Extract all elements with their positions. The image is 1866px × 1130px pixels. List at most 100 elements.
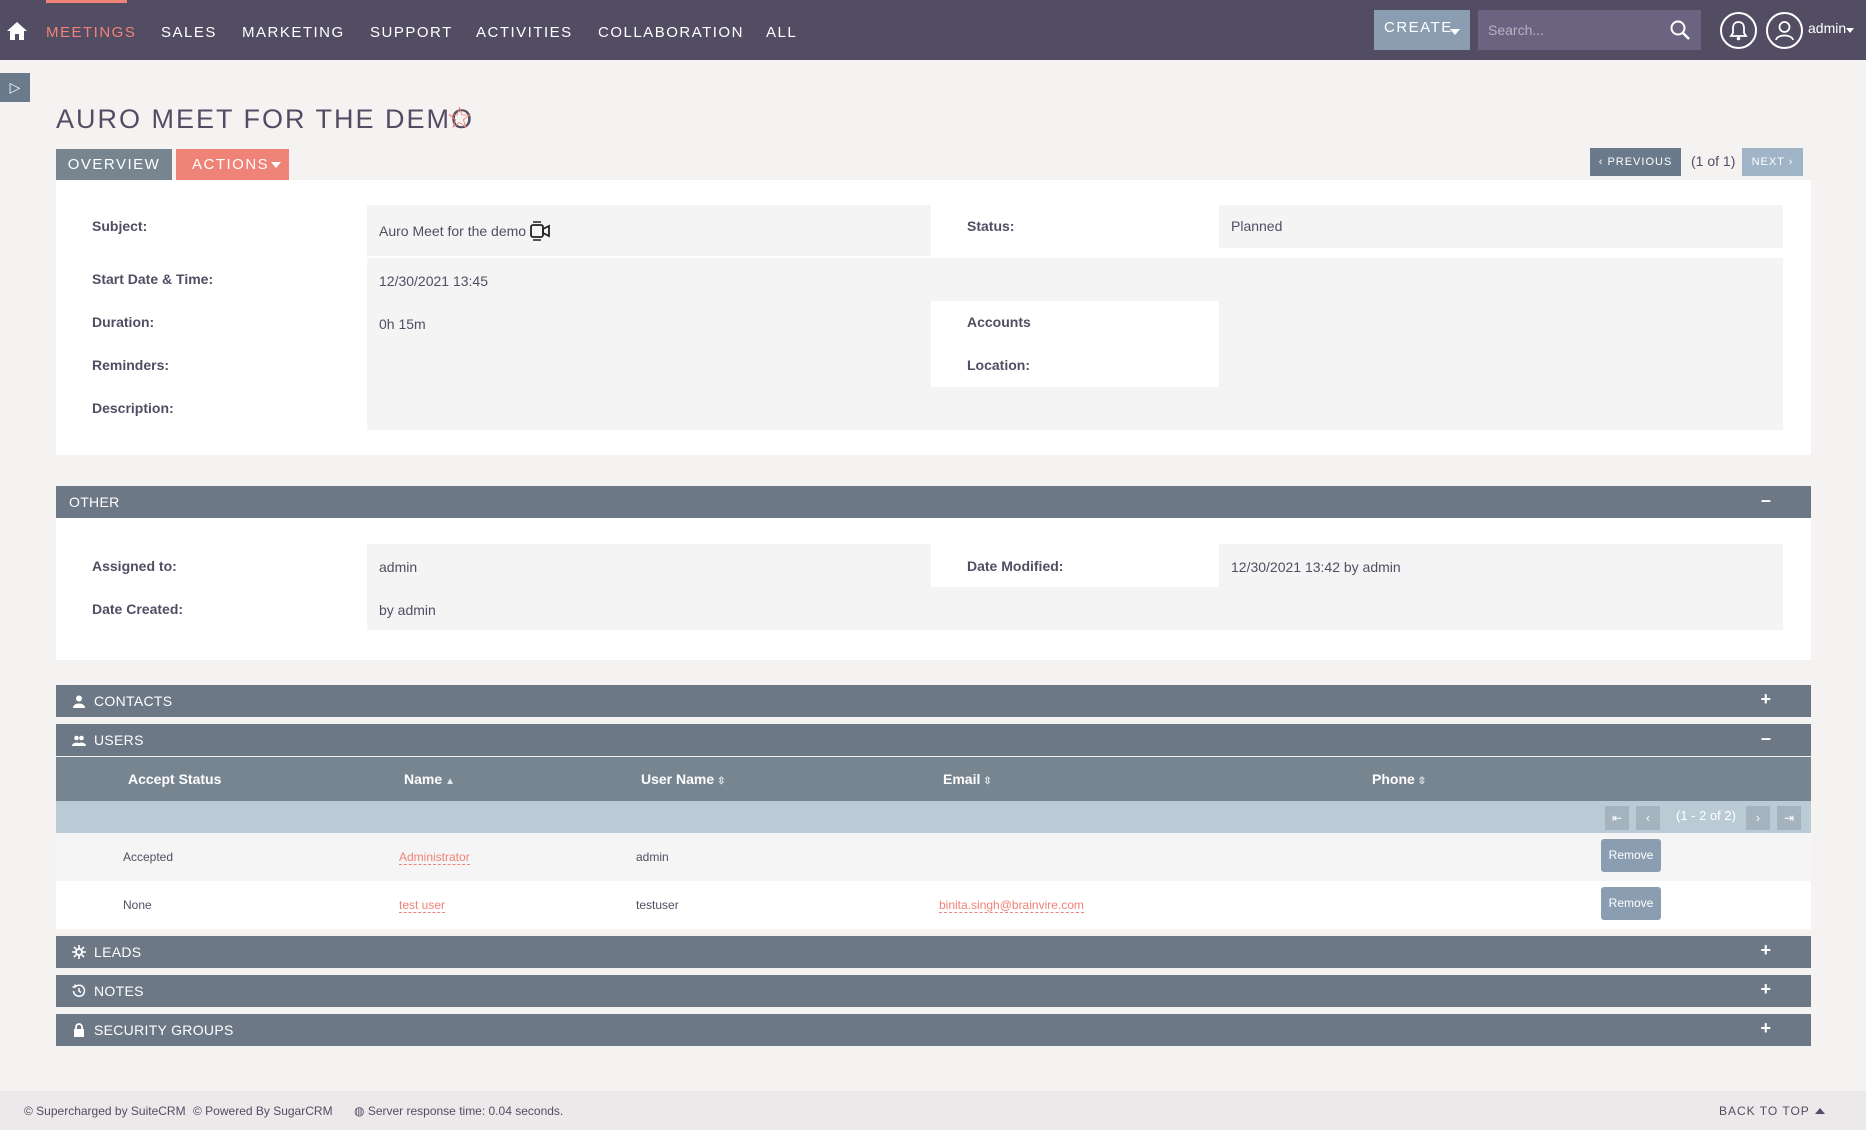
lock-icon [74, 1023, 84, 1037]
contacts-subpanel-header[interactable]: CONTACTS + [56, 685, 1811, 717]
actions-dropdown[interactable]: ACTIONS [176, 149, 289, 180]
nav-meetings[interactable]: MEETINGS [46, 24, 136, 41]
col-user-name[interactable]: User Name ⇳ [641, 771, 726, 787]
sort-icon[interactable]: ⇳ [1418, 776, 1426, 787]
chevron-down-icon[interactable] [1846, 28, 1854, 33]
accept-status-cell: Accepted [123, 850, 174, 864]
table-row: Accepted Administrator admin Remove [56, 833, 1811, 881]
user-name[interactable]: admin [1808, 20, 1846, 36]
other-panel: Assigned to: admin Date Modified: 12/30/… [56, 518, 1811, 660]
user-avatar-icon [1775, 21, 1794, 41]
other-section-title: OTHER [69, 494, 120, 510]
col-name[interactable]: Name ▲ [404, 771, 455, 787]
email-link[interactable]: binita.singh@brainvire.com [939, 898, 1084, 913]
overview-panel: Subject: Auro Meet for the demo Status: … [56, 180, 1811, 455]
duration-label: Duration: [92, 314, 155, 330]
actions-label: ACTIONS [192, 156, 270, 173]
sidebar-toggle-button[interactable]: ▷ [0, 73, 30, 102]
next-page-icon[interactable]: › [1746, 806, 1770, 830]
start-date-field: 12/30/2021 13:45 [367, 258, 1783, 301]
create-button[interactable]: CREATE [1374, 10, 1470, 50]
date-created-label: Date Created: [92, 601, 184, 617]
top-navigation: MEETINGS SALES MARKETING SUPPORT ACTIVIT… [0, 0, 1866, 60]
sort-icon[interactable]: ⇳ [717, 776, 725, 787]
notifications-button[interactable] [1720, 12, 1757, 49]
search-input[interactable] [1488, 19, 1658, 41]
history-icon [72, 984, 86, 997]
user-name-link[interactable]: Administrator [399, 850, 470, 865]
accounts-field [1219, 301, 1783, 344]
expand-icon[interactable]: + [1760, 689, 1771, 710]
prev-page-icon[interactable]: ‹ [1636, 806, 1660, 830]
server-response: ◍ Server response time: 0.04 seconds. [354, 1104, 563, 1118]
first-page-icon[interactable]: ⇤ [1605, 806, 1629, 830]
col-accept-status: Accept Status [128, 771, 222, 787]
nav-collaboration[interactable]: COLLABORATION [598, 24, 744, 41]
nav-activities[interactable]: ACTIVITIES [476, 24, 573, 41]
home-icon[interactable] [6, 20, 28, 42]
description-label: Description: [92, 400, 174, 416]
assigned-label: Assigned to: [92, 558, 177, 574]
collapse-icon[interactable]: – [1761, 490, 1771, 511]
subject-value: Auro Meet for the demo [379, 223, 527, 239]
nav-marketing[interactable]: MARKETING [242, 24, 345, 41]
assigned-field: admin [367, 544, 931, 587]
sort-icon[interactable]: ⇳ [983, 776, 991, 787]
expand-icon[interactable]: + [1760, 940, 1771, 961]
back-to-top-button[interactable]: BACK TO TOP [1719, 1104, 1825, 1118]
user-name-link[interactable]: test user [399, 898, 446, 913]
search-box [1478, 10, 1701, 50]
date-created-field: by admin [367, 587, 1783, 630]
col-phone-label: Phone [1372, 771, 1415, 787]
record-count: (1 of 1) [1691, 153, 1736, 169]
security-groups-title: SECURITY GROUPS [94, 1022, 234, 1038]
status-label: Status: [967, 218, 1015, 234]
reminders-label: Reminders: [92, 357, 170, 373]
expand-icon[interactable]: + [1760, 1018, 1771, 1039]
table-row: None test user testuser binita.singh@bra… [56, 881, 1811, 929]
col-user-name-label: User Name [641, 771, 715, 787]
globe-icon: ◍ [354, 1104, 368, 1118]
active-nav-indicator [46, 0, 127, 3]
nav-all[interactable]: ALL [766, 24, 797, 41]
other-section-header[interactable]: OTHER – [56, 486, 1811, 518]
notes-subpanel-header[interactable]: NOTES + [56, 975, 1811, 1007]
user-menu-button[interactable] [1766, 12, 1803, 49]
collapse-icon[interactable]: – [1761, 728, 1771, 749]
leads-title: LEADS [94, 944, 142, 960]
remove-button[interactable]: Remove [1601, 887, 1661, 920]
location-field [1219, 344, 1783, 387]
col-phone[interactable]: Phone ⇳ [1372, 771, 1426, 787]
leads-subpanel-header[interactable]: LEADS + [56, 936, 1811, 968]
users-subpanel-header[interactable]: USERS – [56, 724, 1811, 756]
status-field: Planned [1219, 205, 1783, 248]
person-icon [73, 695, 85, 708]
tab-overview[interactable]: OVERVIEW [56, 149, 172, 180]
notes-title: NOTES [94, 983, 144, 999]
video-meeting-icon[interactable] [529, 219, 551, 243]
previous-button[interactable]: ‹ PREVIOUS [1590, 148, 1681, 176]
subject-label: Subject: [92, 218, 148, 234]
sort-asc-icon[interactable]: ▲ [445, 776, 455, 787]
powered-link[interactable]: © Powered By SugarCRM [193, 1104, 333, 1118]
supercharged-link[interactable]: © Supercharged by SuiteCRM [24, 1104, 186, 1118]
server-time: Server response time: 0.04 seconds. [367, 1104, 564, 1118]
star-icon[interactable]: ☆ [446, 104, 473, 134]
expand-icon[interactable]: + [1760, 979, 1771, 1000]
nav-support[interactable]: SUPPORT [370, 24, 453, 41]
col-email[interactable]: Email ⇳ [943, 771, 992, 787]
security-groups-subpanel-header[interactable]: SECURITY GROUPS + [56, 1014, 1811, 1046]
location-label: Location: [967, 357, 1030, 373]
nav-sales[interactable]: SALES [161, 24, 217, 41]
last-page-icon[interactable]: ⇥ [1777, 806, 1801, 830]
chevron-down-icon [1450, 29, 1460, 35]
username-cell: testuser [636, 898, 679, 912]
next-button[interactable]: NEXT › [1742, 148, 1803, 176]
subject-field: Auro Meet for the demo [367, 205, 931, 256]
username-cell: admin [636, 850, 669, 864]
remove-button[interactable]: Remove [1601, 839, 1661, 872]
back-to-top-label: BACK TO TOP [1719, 1104, 1810, 1118]
users-table-header: Accept Status Name ▲ User Name ⇳ Email ⇳ Ph… [56, 757, 1811, 801]
duration-field: 0h 15m [367, 301, 931, 344]
search-icon[interactable] [1669, 19, 1691, 41]
